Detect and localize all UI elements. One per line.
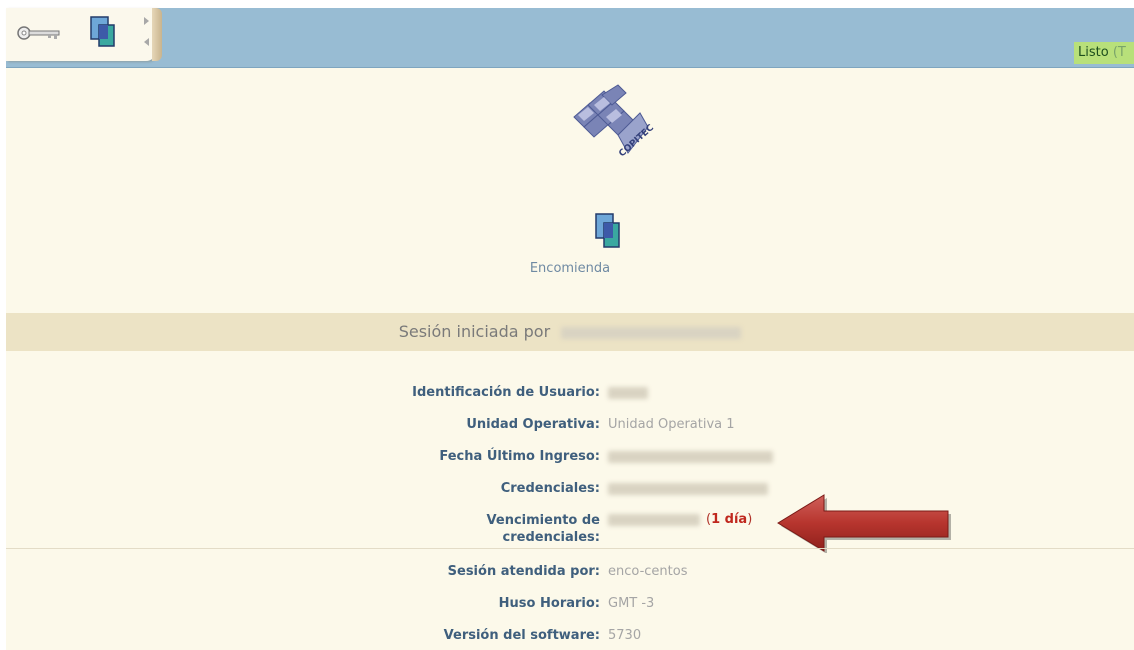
session-started-label: Sesión iniciada por	[398, 322, 551, 341]
served-by-label: Sesión atendida por:	[447, 564, 600, 579]
toolbar-edge	[152, 8, 162, 61]
redacted-user-name	[561, 326, 742, 339]
status-indicator: Listo (T	[1074, 42, 1134, 64]
expiry-days: 1 día	[711, 512, 748, 527]
expiry-warning: (1 día)	[706, 512, 752, 527]
section-divider	[6, 548, 1134, 549]
last-login-label: Fecha Último Ingreso:	[439, 449, 600, 464]
redacted-user-id	[608, 386, 648, 399]
encomienda-app-icon[interactable]	[595, 213, 621, 249]
redacted-expiry-date	[608, 513, 700, 526]
last-login-value	[608, 449, 773, 464]
redacted-last-login	[608, 450, 773, 463]
redacted-credentials	[608, 482, 768, 495]
status-label: Listo	[1078, 45, 1109, 60]
red-arrow-annotation	[777, 494, 951, 553]
unit-label: Unidad Operativa:	[466, 417, 600, 432]
top-toolbar: Listo (T	[6, 8, 1134, 68]
key-icon[interactable]	[16, 25, 64, 41]
scroll-left-icon[interactable]	[144, 38, 149, 46]
expiry-label: Vencimiento de credenciales:	[487, 512, 600, 546]
expiry-label-line1: Vencimiento de	[486, 513, 600, 528]
credentials-value	[608, 481, 768, 496]
copitec-logo: COPITEC	[573, 84, 656, 159]
timezone-label: Huso Horario:	[498, 596, 600, 611]
session-header: Sesión iniciada por	[6, 313, 1134, 351]
encomienda-icon[interactable]	[90, 16, 116, 48]
version-value: 5730	[608, 628, 642, 643]
status-paren: (T	[1112, 45, 1126, 60]
expiry-label-line2: credenciales:	[502, 530, 600, 545]
app-name-link[interactable]: Encomienda	[6, 261, 1134, 276]
timezone-value: GMT -3	[608, 596, 655, 611]
unit-value: Unidad Operativa 1	[608, 417, 735, 432]
served-by-value: enco-centos	[608, 564, 688, 579]
toolbar-panel	[6, 8, 162, 61]
user-id-label: Identificación de Usuario:	[412, 385, 600, 400]
credentials-label: Credenciales:	[500, 481, 600, 496]
version-label: Versión del software:	[443, 628, 600, 643]
expiry-close-paren: )	[747, 512, 753, 527]
user-id-value	[608, 385, 648, 400]
expiry-value: (1 día)	[608, 512, 752, 527]
main-frame: Listo (T COPITEC Encomienda Sesión inici…	[6, 8, 1134, 650]
scroll-right-icon[interactable]	[144, 17, 149, 25]
